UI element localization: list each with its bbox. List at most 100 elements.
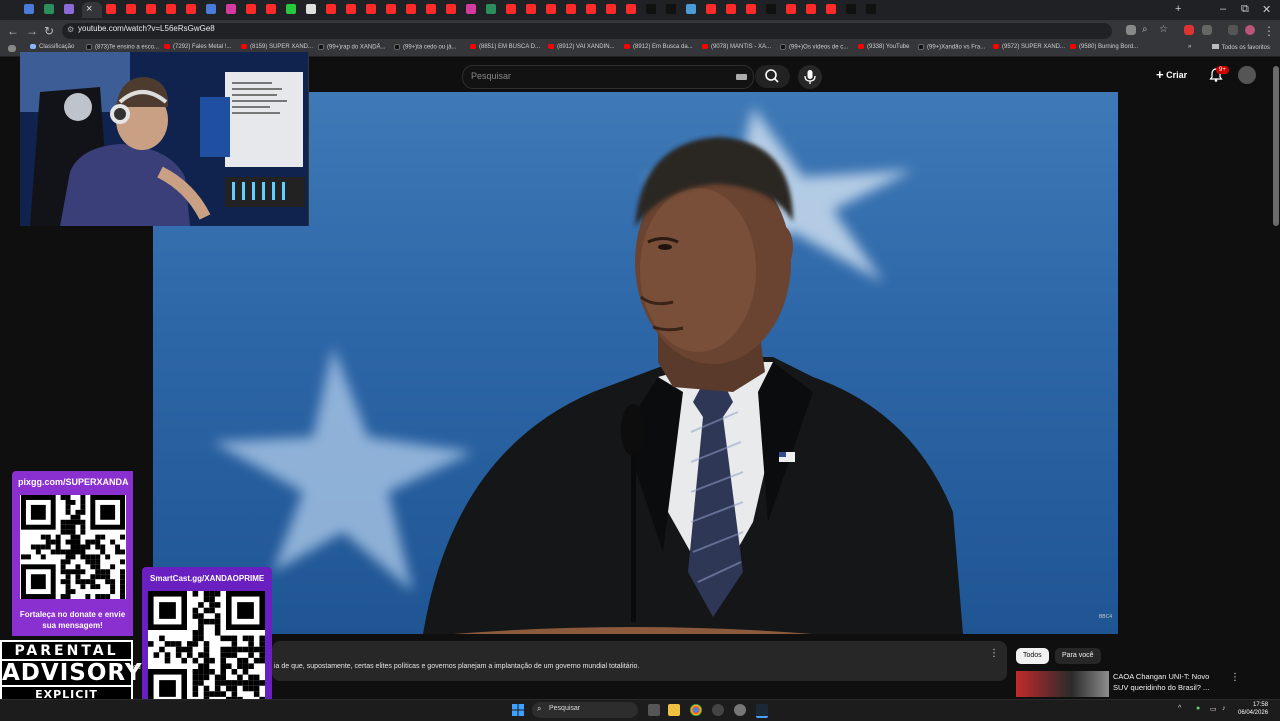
- bookmark-item[interactable]: (9572) SUPER XAND...: [993, 44, 1065, 50]
- tab-favicon[interactable]: [466, 4, 476, 14]
- bookmark-item[interactable]: (8159) SUPER XAND...: [241, 44, 313, 50]
- file-explorer-icon[interactable]: [668, 704, 680, 716]
- close-window-icon[interactable]: ✕: [1262, 3, 1271, 16]
- back-icon[interactable]: ←: [7, 24, 19, 38]
- bookmark-item[interactable]: (7292) Fales Metal !...: [164, 44, 231, 50]
- bookmark-item[interactable]: (99+)rap do XANDÃ...: [318, 44, 386, 51]
- tab-favicon[interactable]: [626, 4, 636, 14]
- account-avatar[interactable]: [1238, 66, 1256, 84]
- bookmark-item[interactable]: (873)Te ensino a esco...: [86, 44, 159, 51]
- tab-favicon[interactable]: [266, 4, 276, 14]
- tab-favicon[interactable]: [126, 4, 136, 14]
- tab-favicon[interactable]: [846, 4, 856, 14]
- volume-icon[interactable]: ♪: [1222, 705, 1226, 712]
- tab-favicon[interactable]: [726, 4, 736, 14]
- menu-kebab-icon[interactable]: ⋮: [1263, 24, 1275, 38]
- tab-favicon[interactable]: [686, 4, 696, 14]
- bookmark-item[interactable]: (8912) VAI XANDIN...: [548, 44, 615, 50]
- windows-start-icon[interactable]: [512, 704, 524, 716]
- recommended-menu-icon[interactable]: ⋮: [1230, 672, 1240, 683]
- bookmark-item[interactable]: Classificação: [30, 44, 74, 50]
- tab-favicon[interactable]: [566, 4, 576, 14]
- url-text[interactable]: youtube.com/watch?v=L56eRsGwGe8: [78, 24, 215, 33]
- bookmark-item[interactable]: (8851) EM BUSCA D...: [470, 44, 540, 50]
- tab-favicon[interactable]: [746, 4, 756, 14]
- tab-favicon[interactable]: [646, 4, 656, 14]
- tab-favicon[interactable]: [666, 4, 676, 14]
- tab-favicon[interactable]: [606, 4, 616, 14]
- tab-favicon[interactable]: [186, 4, 196, 14]
- chrome-icon[interactable]: [690, 704, 702, 716]
- obs-icon[interactable]: [712, 704, 724, 716]
- taskbar-clock[interactable]: 17:58 06/04/2026: [1238, 701, 1268, 717]
- tab-favicon[interactable]: [826, 4, 836, 14]
- search-button[interactable]: [755, 65, 790, 88]
- address-bar[interactable]: ⚙ youtube.com/watch?v=L56eRsGwGe8: [62, 23, 1112, 39]
- profile-avatar-icon[interactable]: [1245, 25, 1255, 35]
- search-input[interactable]: Pesquisar: [471, 71, 511, 81]
- tab-favicon[interactable]: [486, 4, 496, 14]
- keyboard-icon[interactable]: [736, 74, 747, 80]
- tab-favicon[interactable]: [286, 4, 296, 14]
- new-tab-icon[interactable]: +: [1175, 3, 1181, 15]
- bookmark-item[interactable]: (9580) Burning Bord...: [1070, 44, 1138, 50]
- tab-favicon[interactable]: [506, 4, 516, 14]
- apps-grid-icon[interactable]: [8, 45, 16, 52]
- tab-favicon[interactable]: [146, 4, 156, 14]
- bookmarks-overflow-icon[interactable]: »: [1188, 44, 1191, 50]
- close-tab-icon[interactable]: ×: [86, 3, 92, 15]
- chip-for-you[interactable]: Para você: [1055, 648, 1101, 664]
- tab-favicon[interactable]: [44, 4, 54, 14]
- network-icon[interactable]: ▭: [1210, 705, 1217, 713]
- bookmark-item[interactable]: (99+)tá cedo ou já...: [394, 44, 457, 51]
- chip-all[interactable]: Todos: [1016, 648, 1049, 664]
- taskbar-search[interactable]: ⌕ Pesquisar: [532, 702, 638, 718]
- tab-favicon[interactable]: [426, 4, 436, 14]
- install-app-icon[interactable]: [1126, 25, 1136, 35]
- task-view-icon[interactable]: [648, 704, 660, 716]
- all-bookmarks-folder[interactable]: Todos os favoritos: [1211, 44, 1270, 51]
- tab-favicon[interactable]: [806, 4, 816, 14]
- bookmark-item[interactable]: (9338) YouTube: [858, 44, 909, 50]
- tray-app-icon[interactable]: ●: [1196, 705, 1200, 712]
- scrollbar-thumb[interactable]: [1273, 66, 1279, 226]
- tab-favicon[interactable]: [24, 4, 34, 14]
- tab-favicon[interactable]: [166, 4, 176, 14]
- tab-favicon[interactable]: [766, 4, 776, 14]
- extensions-puzzle-icon[interactable]: [1202, 25, 1212, 35]
- tab-favicon[interactable]: [64, 4, 74, 14]
- zoom-icon[interactable]: ⌕: [1142, 24, 1148, 35]
- side-panel-icon[interactable]: [1228, 25, 1238, 35]
- tab-favicon[interactable]: [326, 4, 336, 14]
- tab-favicon[interactable]: [246, 4, 256, 14]
- tab-favicon[interactable]: [866, 4, 876, 14]
- recommended-thumbnail[interactable]: [1016, 671, 1109, 697]
- reload-icon[interactable]: ↻: [44, 24, 54, 38]
- tab-favicon[interactable]: [786, 4, 796, 14]
- search-box[interactable]: Pesquisar: [462, 65, 754, 89]
- steam-icon[interactable]: [756, 704, 768, 718]
- tab-favicon[interactable]: [526, 4, 536, 14]
- more-options-icon[interactable]: ⋮: [989, 648, 999, 659]
- tab-favicon[interactable]: [106, 4, 116, 14]
- tab-favicon[interactable]: [446, 4, 456, 14]
- tab-favicon[interactable]: [586, 4, 596, 14]
- tab-favicon[interactable]: [706, 4, 716, 14]
- tab-favicon[interactable]: [226, 4, 236, 14]
- tray-overflow-icon[interactable]: ^: [1178, 705, 1181, 712]
- site-info-icon[interactable]: ⚙: [67, 25, 74, 34]
- settings-icon[interactable]: [734, 704, 746, 716]
- bookmark-star-icon[interactable]: ☆: [1159, 24, 1168, 35]
- recommended-title[interactable]: CAOA Changan UNI-T: Novo SUV queridinho …: [1113, 671, 1221, 693]
- forward-icon[interactable]: →: [26, 24, 38, 38]
- bookmark-item[interactable]: (99+)Os vídeos de c...: [780, 44, 848, 51]
- extension-icon[interactable]: [1184, 25, 1194, 35]
- tab-favicon[interactable]: [206, 4, 216, 14]
- tab-favicon[interactable]: [346, 4, 356, 14]
- video-description-card[interactable]: ia de que, supostamente, certas elites p…: [272, 641, 1007, 681]
- bookmark-item[interactable]: (9078) MANTIS - XA...: [702, 44, 771, 50]
- tab-favicon[interactable]: [306, 4, 316, 14]
- tab-favicon[interactable]: [546, 4, 556, 14]
- tab-favicon[interactable]: [386, 4, 396, 14]
- tab-favicon[interactable]: [406, 4, 416, 14]
